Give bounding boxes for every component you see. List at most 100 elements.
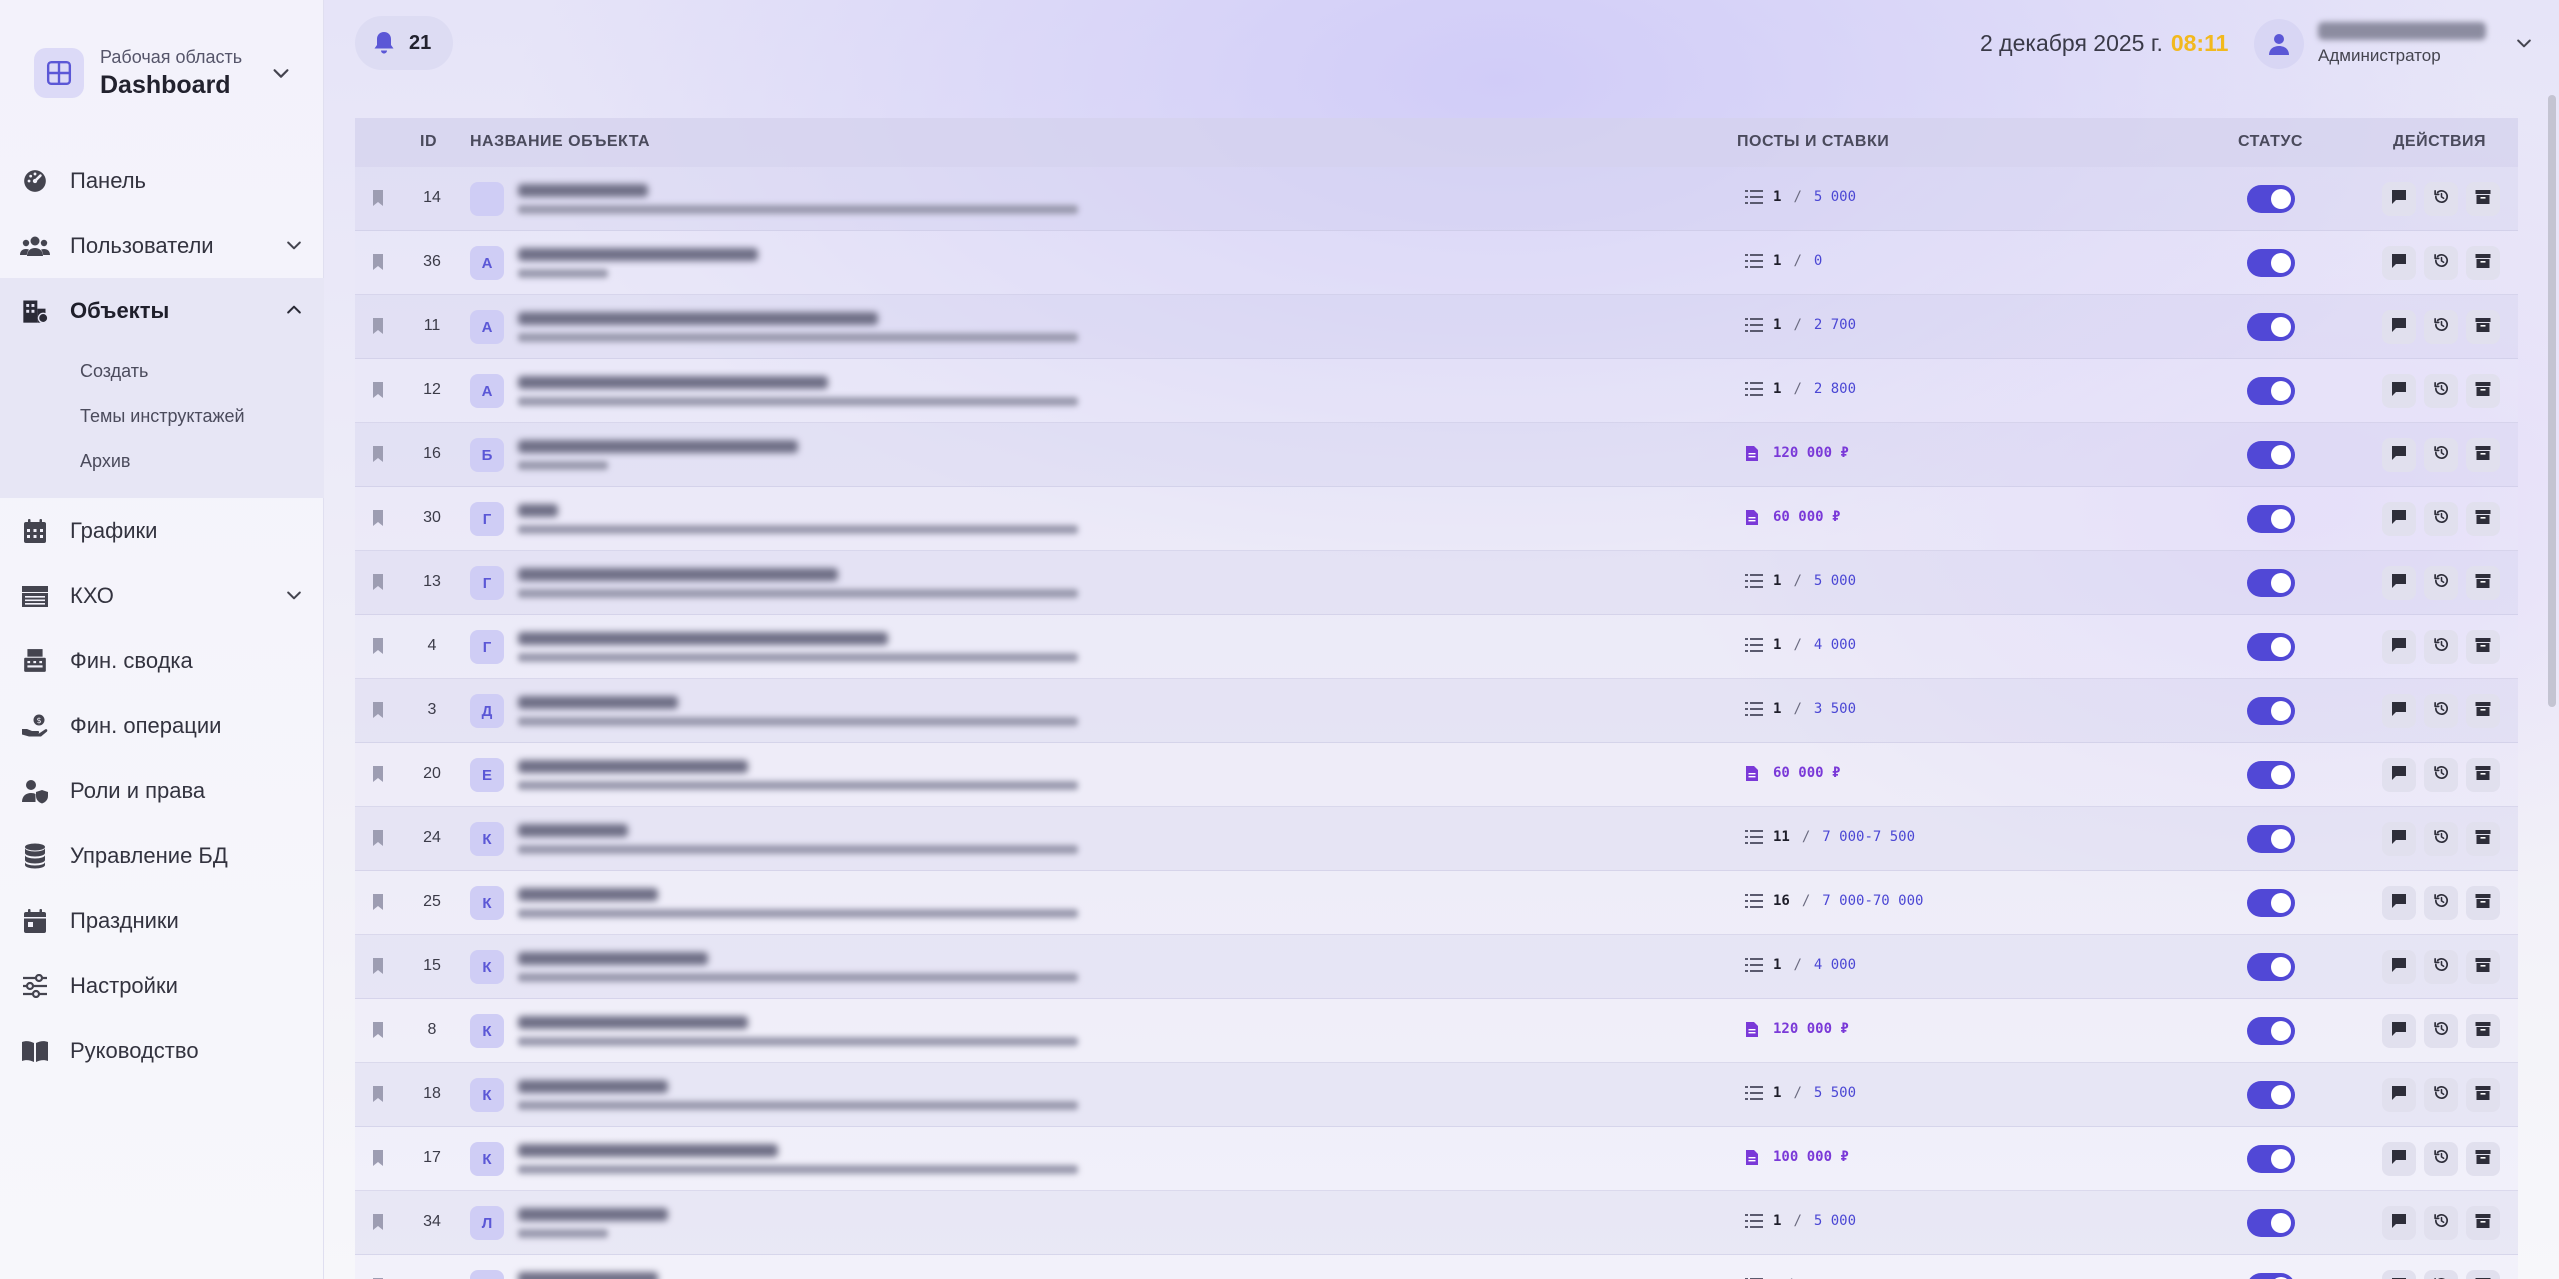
object-name-blurred[interactable]	[518, 568, 838, 581]
submenu-item-create[interactable]: Создать	[0, 349, 324, 394]
status-toggle[interactable]	[2247, 377, 2295, 405]
archive-button[interactable]	[2466, 182, 2500, 216]
column-header-name[interactable]: НАЗВАНИЕ ОБЪЕКТА	[470, 133, 650, 151]
bookmark-icon[interactable]	[372, 189, 384, 207]
object-name-blurred[interactable]	[518, 760, 748, 773]
history-button[interactable]	[2424, 822, 2458, 856]
bookmark-icon[interactable]	[372, 1149, 384, 1167]
comment-button[interactable]	[2382, 374, 2416, 408]
sidebar-item-objects[interactable]: Объекты	[0, 278, 324, 343]
table-row[interactable]: 8 К 120 000 ₽	[355, 999, 2518, 1063]
object-name-blurred[interactable]	[518, 824, 628, 837]
history-button[interactable]	[2424, 566, 2458, 600]
comment-button[interactable]	[2382, 630, 2416, 664]
sidebar-item-db[interactable]: Управление БД	[0, 823, 324, 888]
history-button[interactable]	[2424, 1014, 2458, 1048]
column-header-id[interactable]: ID	[420, 133, 437, 151]
submenu-item-briefing-topics[interactable]: Темы инструктажей	[0, 394, 324, 439]
history-button[interactable]	[2424, 246, 2458, 280]
history-button[interactable]	[2424, 886, 2458, 920]
history-button[interactable]	[2424, 182, 2458, 216]
bookmark-icon[interactable]	[372, 381, 384, 399]
object-name-blurred[interactable]	[518, 1080, 668, 1093]
submenu-item-archive[interactable]: Архив	[0, 439, 324, 484]
comment-button[interactable]	[2382, 886, 2416, 920]
history-button[interactable]	[2424, 374, 2458, 408]
history-button[interactable]	[2424, 630, 2458, 664]
comment-button[interactable]	[2382, 1078, 2416, 1112]
archive-button[interactable]	[2466, 630, 2500, 664]
object-name-blurred[interactable]	[518, 1016, 748, 1029]
object-name-blurred[interactable]	[518, 632, 888, 645]
comment-button[interactable]	[2382, 310, 2416, 344]
history-button[interactable]	[2424, 438, 2458, 472]
comment-button[interactable]	[2382, 502, 2416, 536]
table-row[interactable]: 3 Д 1 / 3 500	[355, 679, 2518, 743]
object-name-blurred[interactable]	[518, 248, 758, 261]
scrollbar[interactable]	[2548, 95, 2556, 1279]
bookmark-icon[interactable]	[372, 829, 384, 847]
status-toggle[interactable]	[2247, 441, 2295, 469]
history-button[interactable]	[2424, 1270, 2458, 1279]
status-toggle[interactable]	[2247, 825, 2295, 853]
history-button[interactable]	[2424, 1142, 2458, 1176]
bookmark-icon[interactable]	[372, 637, 384, 655]
history-button[interactable]	[2424, 950, 2458, 984]
user-menu[interactable]: Администратор	[2254, 17, 2534, 71]
bookmark-icon[interactable]	[372, 509, 384, 527]
status-toggle[interactable]	[2247, 697, 2295, 725]
sidebar-item-fin-summary[interactable]: Фин. сводка	[0, 628, 324, 693]
archive-button[interactable]	[2466, 822, 2500, 856]
status-toggle[interactable]	[2247, 633, 2295, 661]
sidebar-item-holidays[interactable]: Праздники	[0, 888, 324, 953]
archive-button[interactable]	[2466, 374, 2500, 408]
object-name-blurred[interactable]	[518, 1144, 778, 1157]
table-row[interactable]: 36 А 1 / 0	[355, 231, 2518, 295]
status-toggle[interactable]	[2247, 569, 2295, 597]
bookmark-icon[interactable]	[372, 893, 384, 911]
table-row[interactable]: 12 А 1 / 2 800	[355, 359, 2518, 423]
bookmark-icon[interactable]	[372, 701, 384, 719]
archive-button[interactable]	[2466, 438, 2500, 472]
bookmark-icon[interactable]	[372, 445, 384, 463]
table-row[interactable]: 20 Е 60 000 ₽	[355, 743, 2518, 807]
comment-button[interactable]	[2382, 950, 2416, 984]
status-toggle[interactable]	[2247, 889, 2295, 917]
sidebar-item-fin-operations[interactable]: $ Фин. операции	[0, 693, 324, 758]
archive-button[interactable]	[2466, 950, 2500, 984]
archive-button[interactable]	[2466, 694, 2500, 728]
comment-button[interactable]	[2382, 1014, 2416, 1048]
sidebar-item-users[interactable]: Пользователи	[0, 213, 324, 278]
bookmark-icon[interactable]	[372, 957, 384, 975]
archive-button[interactable]	[2466, 246, 2500, 280]
bookmark-icon[interactable]	[372, 1085, 384, 1103]
table-row[interactable]: 25 К 16 / 7 000-70 000	[355, 871, 2518, 935]
history-button[interactable]	[2424, 1078, 2458, 1112]
object-name-blurred[interactable]	[518, 1272, 658, 1279]
sidebar-item-schedules[interactable]: Графики	[0, 498, 324, 563]
object-name-blurred[interactable]	[518, 440, 798, 453]
object-name-blurred[interactable]	[518, 312, 878, 325]
scrollbar-thumb[interactable]	[2548, 95, 2556, 707]
archive-button[interactable]	[2466, 758, 2500, 792]
notifications-button[interactable]: 21	[355, 16, 453, 70]
comment-button[interactable]	[2382, 566, 2416, 600]
table-row[interactable]: 30 Г 60 000 ₽	[355, 487, 2518, 551]
table-row[interactable]: 18 К 1 / 5 500	[355, 1063, 2518, 1127]
table-row[interactable]: 15 К 1 / 4 000	[355, 935, 2518, 999]
comment-button[interactable]	[2382, 182, 2416, 216]
archive-button[interactable]	[2466, 886, 2500, 920]
workspace-switcher[interactable]: Рабочая область Dashboard	[34, 45, 294, 101]
table-row[interactable]: 4 Г 1 / 4 000	[355, 615, 2518, 679]
archive-button[interactable]	[2466, 1142, 2500, 1176]
comment-button[interactable]	[2382, 1142, 2416, 1176]
object-name-blurred[interactable]	[518, 376, 828, 389]
table-row[interactable]: М/	[355, 1255, 2518, 1279]
object-name-blurred[interactable]	[518, 952, 708, 965]
object-name-blurred[interactable]	[518, 504, 558, 517]
status-toggle[interactable]	[2247, 1017, 2295, 1045]
table-row[interactable]: 16 Б 120 000 ₽	[355, 423, 2518, 487]
comment-button[interactable]	[2382, 246, 2416, 280]
sidebar-item-kho[interactable]: КХО	[0, 563, 324, 628]
table-row[interactable]: 24 К 11 / 7 000-7 500	[355, 807, 2518, 871]
